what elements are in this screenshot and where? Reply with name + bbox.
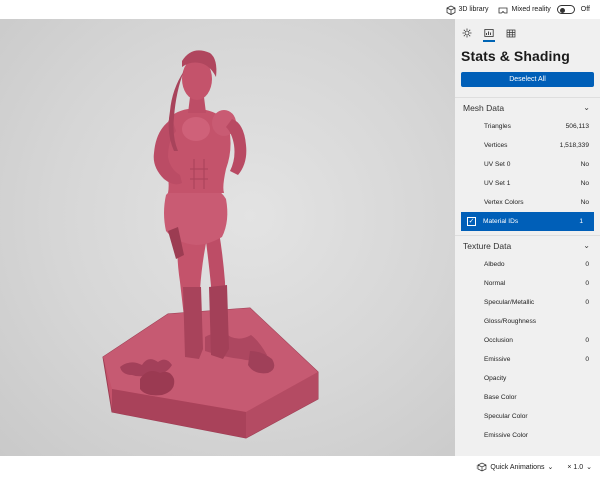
mesh-data-section-header[interactable]: Mesh Data ⌄	[455, 97, 600, 117]
material-ids-left: ✓ Material IDs	[467, 217, 518, 226]
stat-row-triangles: Triangles 506,113	[455, 117, 600, 136]
stat-label: UV Set 0	[484, 161, 511, 168]
stat-value: No	[580, 161, 589, 168]
page-title: Stats & Shading	[461, 48, 570, 64]
toggle-state-label: Off	[580, 6, 590, 13]
texture-data-title: Texture Data	[463, 240, 512, 251]
stat-label: UV Set 1	[484, 180, 511, 187]
stat-label: Occlusion	[484, 337, 513, 344]
quick-animations-label: Quick Animations	[490, 463, 545, 471]
checkbox-checked[interactable]: ✓	[467, 217, 476, 226]
tex-row-base-color: Base Color	[455, 388, 600, 407]
stat-value: 0	[585, 261, 589, 268]
texture-data-section-header[interactable]: Texture Data ⌄	[455, 235, 600, 255]
tex-row-opacity: Opacity	[455, 369, 600, 388]
stat-label: Specular Color	[484, 413, 528, 420]
grid-icon	[506, 29, 516, 37]
stat-row-uv-set-1: UV Set 1 No	[455, 174, 600, 193]
stat-value: 1,518,339	[559, 142, 589, 149]
stat-label: Emissive	[484, 356, 511, 363]
tex-row-specular-metallic: Specular/Metallic 0	[455, 293, 600, 312]
tab-grid[interactable]	[506, 28, 516, 38]
chevron-down-icon: ⌄	[586, 464, 592, 471]
stat-label: Specular/Metallic	[484, 299, 535, 306]
stats-panel: Stats & Shading Deselect All Mesh Data ⌄…	[455, 19, 600, 456]
stat-label: Base Color	[484, 394, 517, 401]
deselect-all-button[interactable]: Deselect All	[461, 72, 594, 87]
tex-row-emissive-color: Emissive Color	[455, 426, 600, 445]
stat-value: 1	[579, 218, 583, 225]
stat-value: 0	[585, 337, 589, 344]
stat-label: Vertex Colors	[484, 199, 524, 206]
panel-tabs	[455, 19, 600, 42]
chevron-down-icon: ⌄	[547, 464, 554, 471]
3d-library-button[interactable]: 3D library	[446, 5, 489, 15]
tex-row-normal: Normal 0	[455, 274, 600, 293]
stat-label: Triangles	[484, 123, 511, 130]
mixed-reality-toggle[interactable]	[556, 5, 575, 14]
mixed-reality-icon	[499, 7, 508, 13]
tex-row-emissive: Emissive 0	[455, 350, 600, 369]
stat-value: No	[580, 199, 589, 206]
tab-lighting[interactable]	[462, 28, 472, 38]
animation-icon	[476, 462, 487, 472]
stat-label: Emissive Color	[484, 432, 528, 439]
3d-library-label: 3D library	[458, 6, 489, 13]
cube-icon	[446, 5, 455, 15]
stat-value: 0	[585, 280, 589, 287]
stat-label: Albedo	[484, 261, 505, 268]
stat-row-uv-set-0: UV Set 0 No	[455, 155, 600, 174]
stat-label: Material IDs	[483, 218, 519, 225]
stat-label: Gloss/Roughness	[484, 318, 537, 325]
bottom-bar: Quick Animations ⌄ × 1.0 ⌄	[0, 456, 600, 478]
stat-value: 0	[585, 299, 589, 306]
stats-icon	[484, 28, 494, 37]
chevron-down-icon: ⌄	[583, 241, 590, 250]
3d-viewport[interactable]	[0, 19, 455, 456]
mesh-data-title: Mesh Data	[463, 102, 505, 113]
stat-value: No	[580, 180, 589, 187]
stat-label: Vertices	[484, 142, 508, 149]
quick-animations-button[interactable]: Quick Animations ⌄	[476, 462, 553, 472]
stat-label: Opacity	[484, 375, 507, 382]
3d-model	[102, 50, 319, 439]
tex-row-albedo: Albedo 0	[455, 255, 600, 274]
stat-value: 0	[585, 356, 589, 363]
top-bar: 3D library Mixed reality Off	[0, 0, 600, 19]
mixed-reality-label: Mixed reality	[511, 6, 551, 13]
stat-row-vertex-colors: Vertex Colors No	[455, 193, 600, 212]
sun-icon	[462, 28, 472, 37]
tex-row-gloss-roughness: Gloss/Roughness	[455, 312, 600, 331]
tex-row-occlusion: Occlusion 0	[455, 331, 600, 350]
tab-stats[interactable]	[483, 28, 495, 42]
speed-selector[interactable]: × 1.0 ⌄	[567, 463, 592, 472]
stat-value: 506,113	[565, 123, 589, 130]
stat-row-vertices: Vertices 1,518,339	[455, 136, 600, 155]
stat-row-material-ids[interactable]: ✓ Material IDs 1	[461, 212, 594, 231]
chevron-down-icon: ⌄	[583, 103, 590, 112]
tex-row-specular-color: Specular Color	[455, 407, 600, 426]
speed-label: × 1.0	[567, 463, 584, 471]
stat-label: Normal	[484, 280, 506, 287]
mixed-reality-button[interactable]: Mixed reality Off	[498, 5, 590, 15]
